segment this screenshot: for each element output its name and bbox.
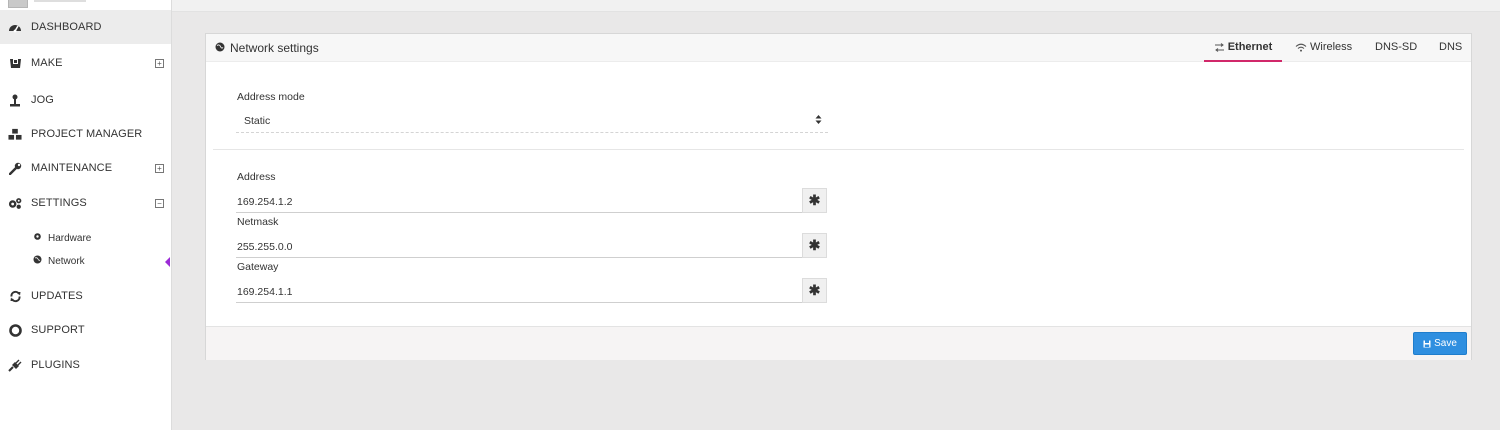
gateway-value: 169.254.1.1 [237, 286, 293, 298]
collapse-icon[interactable]: − [155, 198, 164, 208]
sidebar-item-label: UPDATES [31, 290, 83, 302]
cubes-icon [8, 127, 22, 141]
asterisk-icon: ✱ [808, 237, 821, 253]
tab-dns[interactable]: DNS [1439, 34, 1462, 60]
save-label: Save [1434, 338, 1457, 349]
address-mode-value: Static [244, 115, 271, 127]
network-settings-panel: Network settings Ethernet Wireless DNS-S… [205, 33, 1472, 360]
netmask-input[interactable]: 255.255.0.0 [236, 232, 802, 258]
netmask-label: Netmask [237, 216, 279, 228]
tab-label: Ethernet [1227, 41, 1273, 53]
sidebar-item-updates[interactable]: UPDATES [0, 279, 171, 313]
netmask-value: 255.255.0.0 [237, 241, 293, 253]
ethernet-icon [1214, 42, 1225, 52]
gateway-input[interactable]: 169.254.1.1 [236, 277, 802, 303]
tab-label: DNS-SD [1375, 41, 1418, 53]
refresh-icon [8, 289, 22, 303]
expand-icon[interactable]: + [155, 163, 164, 173]
address-label: Address [237, 171, 276, 183]
sidebar-item-label: DASHBOARD [31, 21, 102, 33]
address-input[interactable]: 169.254.1.2 [236, 187, 802, 213]
sort-arrows-icon [815, 114, 822, 127]
globe-icon [33, 255, 42, 267]
save-button[interactable]: Save [1413, 332, 1467, 355]
panel-footer: Save [206, 326, 1471, 360]
sidebar-subitem-label: Hardware [48, 232, 92, 244]
tab-dns-sd[interactable]: DNS-SD [1375, 34, 1417, 60]
globe-icon [215, 42, 225, 52]
gears-icon [8, 196, 22, 210]
sidebar-item-label: SUPPORT [31, 324, 85, 336]
user-name [34, 0, 86, 2]
sidebar-item-label: JOG [31, 94, 54, 106]
sidebar-item-label: MAKE [31, 57, 63, 69]
wrench-icon [8, 161, 22, 175]
top-bar [172, 0, 1500, 12]
sidebar: DASHBOARD MAKE + JOG PROJECT MANAGER MAI… [0, 0, 172, 430]
asterisk-icon: ✱ [808, 192, 821, 208]
panel-header: Network settings Ethernet Wireless DNS-S… [206, 34, 1471, 62]
panel-title: Network settings [230, 41, 319, 55]
cog-icon [33, 232, 42, 244]
gateway-label: Gateway [237, 261, 279, 273]
sidebar-item-maintenance[interactable]: MAINTENANCE + [0, 151, 171, 185]
tab-wireless[interactable]: Wireless [1295, 34, 1352, 60]
tab-label: DNS [1439, 41, 1463, 53]
address-mode-label: Address mode [237, 91, 305, 103]
sidebar-item-dashboard[interactable]: DASHBOARD [0, 10, 171, 44]
asterisk-icon: ✱ [808, 282, 821, 298]
sidebar-item-plugins[interactable]: PLUGINS [0, 348, 171, 382]
sidebar-item-label: PROJECT MANAGER [31, 128, 143, 140]
tab-ethernet[interactable]: Ethernet [1204, 34, 1282, 62]
sidebar-subitem-label: Network [48, 255, 85, 267]
sidebar-item-project-manager[interactable]: PROJECT MANAGER [0, 117, 171, 151]
sidebar-item-label: MAINTENANCE [31, 162, 113, 174]
sidebar-item-make[interactable]: MAKE + [0, 46, 171, 80]
tab-label: Wireless [1310, 41, 1353, 53]
dashboard-icon [8, 20, 22, 34]
jog-icon [8, 93, 22, 107]
sidebar-item-label: SETTINGS [31, 197, 87, 209]
address-required-button[interactable]: ✱ [802, 188, 827, 213]
netmask-required-button[interactable]: ✱ [802, 233, 827, 258]
divider [213, 149, 1464, 150]
user-profile[interactable] [0, 0, 171, 10]
plug-icon [8, 358, 22, 372]
sidebar-subitem-hardware[interactable]: Hardware [33, 228, 91, 248]
sidebar-item-settings[interactable]: SETTINGS − [0, 186, 171, 220]
address-value: 169.254.1.2 [237, 196, 293, 208]
avatar [8, 0, 28, 8]
active-indicator [165, 257, 170, 267]
sidebar-item-jog[interactable]: JOG [0, 83, 171, 117]
expand-icon[interactable]: + [155, 58, 164, 68]
address-mode-select[interactable]: Static [236, 109, 828, 133]
floppy-disk-icon [1423, 340, 1431, 348]
life-ring-icon [8, 323, 22, 337]
make-icon [8, 56, 22, 70]
sidebar-item-label: PLUGINS [31, 359, 80, 371]
gateway-required-button[interactable]: ✱ [802, 278, 827, 303]
sidebar-item-support[interactable]: SUPPORT [0, 313, 171, 347]
wifi-icon [1295, 43, 1307, 52]
sidebar-subitem-network[interactable]: Network [33, 251, 85, 271]
